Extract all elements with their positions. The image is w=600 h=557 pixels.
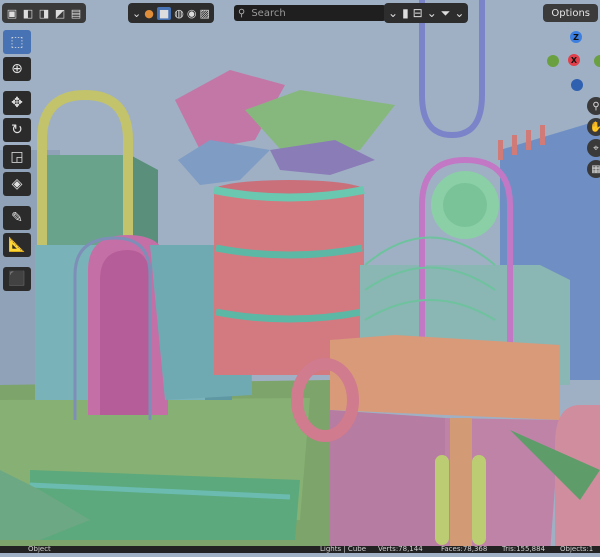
y-axis-icon[interactable]	[547, 55, 559, 67]
shading-material-icon[interactable]: ◉	[187, 7, 197, 20]
mode-label: Object	[28, 546, 51, 553]
select-box-icon[interactable]: ⬚	[3, 30, 31, 54]
tris-count: Tris:155,884	[502, 546, 546, 553]
chevron-down-icon[interactable]: ⌄	[427, 6, 437, 20]
outliner-filter-group: ⌄ ▮ ⊟ ⌄ ⏷ ⌄	[384, 3, 469, 23]
zoom-icon[interactable]: ⚲	[587, 97, 600, 115]
neg-z-axis-icon[interactable]	[571, 79, 583, 91]
options-button[interactable]: Options	[543, 4, 598, 22]
select-invert-icon[interactable]: ◩	[53, 6, 67, 20]
select-mode-group: ▣ ◧ ◨ ◩ ▤	[2, 3, 86, 23]
x-axis-icon[interactable]: X	[568, 54, 580, 66]
objects-count: Objects:1	[560, 546, 594, 553]
3d-viewport[interactable]	[0, 0, 600, 553]
status-bar: Object Lights | Cube Verts:78,144 Faces:…	[0, 546, 600, 553]
select-intersect-icon[interactable]: ▤	[69, 6, 83, 20]
select-extend-icon[interactable]: ◧	[21, 6, 35, 20]
faces-count: Faces:78,368	[441, 546, 488, 553]
neg-y-axis-icon[interactable]	[594, 55, 600, 67]
shading-wireframe-icon[interactable]: ◍	[174, 7, 184, 20]
select-new-icon[interactable]: ▣	[5, 6, 19, 20]
ortho-grid-icon[interactable]: ▦	[587, 160, 600, 178]
chevron-down-icon[interactable]: ⌄	[454, 6, 464, 20]
viewport-header: ▣ ◧ ◨ ◩ ▤ ⌄ ● ■ ◍ ◉ ▨ ⚲ ⌄ ▮ ⊟ ⌄ ⏷ ⌄ Opti…	[0, 0, 600, 26]
annotate-icon[interactable]: ✎	[3, 206, 31, 230]
verts-count: Verts:78,144	[378, 546, 423, 553]
cursor-icon[interactable]: ⊕	[3, 57, 31, 81]
z-axis-icon[interactable]: Z	[570, 31, 582, 43]
color-sphere-icon[interactable]: ●	[144, 7, 154, 20]
pan-hand-icon[interactable]: ✋	[587, 118, 600, 136]
tool-shelf: ⬚ ⊕ ✥ ↻ ◲ ◈ ✎ 📐 ⬛	[3, 30, 33, 291]
chevron-down-icon[interactable]: ⌄	[388, 6, 398, 20]
search-field[interactable]: ⚲	[234, 5, 386, 21]
shading-rendered-icon[interactable]: ▨	[199, 7, 209, 20]
viewport-shading-solid-icon[interactable]: ■	[156, 6, 172, 20]
chevron-down-icon[interactable]: ⌄	[132, 7, 141, 20]
collection-label: Lights | Cube	[320, 546, 366, 553]
add-cube-icon[interactable]: ⬛	[3, 267, 31, 291]
hierarchy-icon[interactable]: ⊟	[413, 6, 423, 20]
search-input[interactable]	[249, 6, 374, 20]
select-subtract-icon[interactable]: ◨	[37, 6, 51, 20]
camera-icon[interactable]: ⌖	[587, 139, 600, 157]
bookmark-icon[interactable]: ▮	[402, 6, 409, 20]
move-icon[interactable]: ✥	[3, 91, 31, 115]
view-options-group: ⌄ ● ■ ◍ ◉ ▨	[128, 3, 214, 23]
filter-icon[interactable]: ⏷	[441, 6, 451, 21]
search-icon: ⚲	[238, 7, 246, 19]
rotate-icon[interactable]: ↻	[3, 118, 31, 142]
scale-icon[interactable]: ◲	[3, 145, 31, 169]
scene-render	[0, 0, 600, 553]
transform-icon[interactable]: ◈	[3, 172, 31, 196]
measure-icon[interactable]: 📐	[3, 233, 31, 257]
